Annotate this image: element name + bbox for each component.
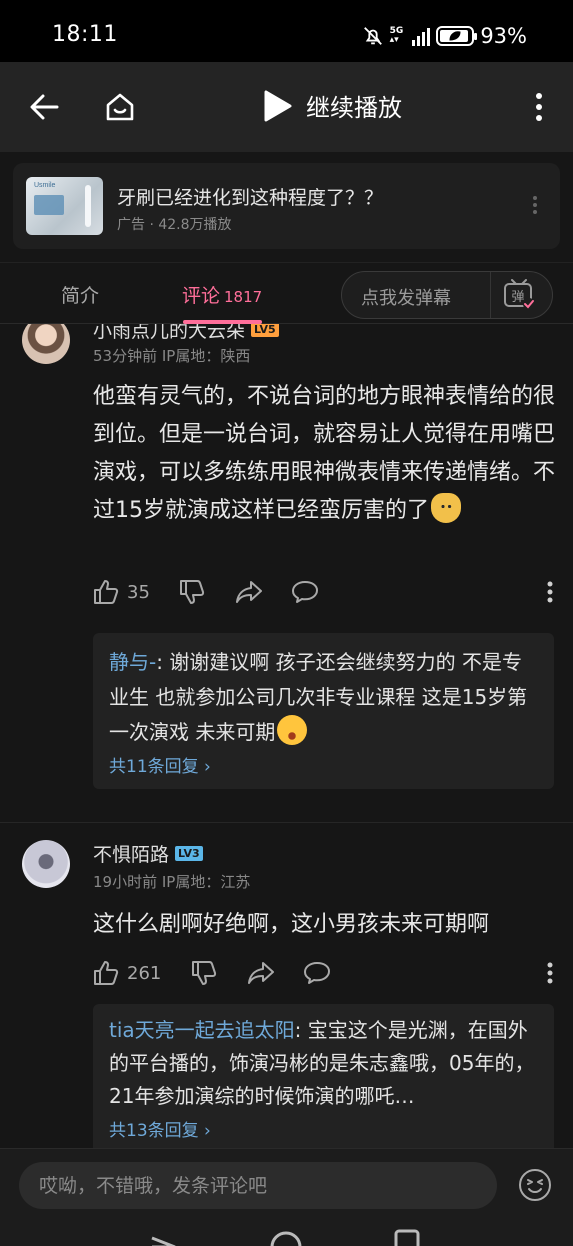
reply-button[interactable] [291, 579, 319, 605]
tab-bar: 简介 评论 1817 点我发弹幕 弹 [0, 262, 573, 324]
comment-input[interactable] [19, 1162, 497, 1209]
reply-text: tia天亮一起去追太阳: 宝宝这个是光渊，在国外的平台播的，饰演冯彬的是朱志鑫哦… [109, 1018, 535, 1108]
comment-username[interactable]: 不惧陌路 LV3 [93, 840, 203, 867]
signal-icon [412, 26, 431, 46]
reply-text: 静与-: 谢谢建议啊 孩子还会继续努力的 不是专业生 也就参加公司几次非专业课程… [109, 650, 528, 745]
avatar[interactable] [22, 324, 70, 364]
like-count: 261 [127, 962, 162, 984]
thumbs-down-icon [180, 580, 205, 604]
share-icon [236, 581, 262, 603]
ad-thumbnail: Usmile [26, 177, 103, 235]
comment-text: 这什么剧啊好绝啊，这小男孩未来可期啊 [93, 912, 490, 937]
thumbs-down-icon [192, 961, 217, 985]
like-button[interactable]: 35 [93, 579, 150, 605]
comment-text: 他蛮有灵气的，不说台词的地方眼神表情给的很到位。但是一说台词，就容易让人觉得在用… [93, 384, 556, 523]
home-button[interactable] [100, 87, 140, 127]
resume-play-button[interactable]: 继续播放 [262, 88, 402, 123]
nav-home-icon [270, 1231, 302, 1246]
comment-meta: 53分钟前 IP属地：陕西 [93, 347, 251, 365]
share-button[interactable] [235, 579, 263, 605]
like-count: 35 [127, 581, 150, 603]
view-replies-link[interactable]: 共13条回复 › [109, 1115, 538, 1148]
level-badge: LV3 [175, 846, 203, 861]
tab-comments[interactable]: 评论 1817 [182, 281, 262, 308]
system-nav-bar [151, 1229, 420, 1246]
share-button[interactable] [247, 960, 275, 986]
play-icon [264, 90, 292, 121]
comment-composer [0, 1148, 573, 1246]
resume-play-label: 继续播放 [306, 94, 402, 122]
emoji-picker-icon[interactable] [518, 1168, 552, 1202]
status-icons: 5G ▴▾ 93% [362, 22, 527, 50]
view-replies-link[interactable]: 共11条回复 › [109, 752, 538, 777]
level-badge: LV5 [251, 324, 279, 337]
divider [490, 272, 491, 318]
ad-more-button[interactable] [532, 195, 538, 219]
reply-username[interactable]: tia天亮一起去追太阳 [109, 1018, 295, 1042]
cat-emoji-icon [431, 493, 461, 523]
back-button[interactable] [24, 87, 64, 127]
more-vertical-icon [547, 962, 553, 984]
comment-bubble-icon [292, 581, 318, 603]
like-button[interactable]: 261 [93, 960, 161, 986]
mute-bell-icon [363, 27, 382, 45]
home-icon [106, 93, 134, 121]
more-vertical-icon [547, 581, 553, 603]
reply-preview[interactable]: 静与-: 谢谢建议啊 孩子还会继续努力的 不是专业生 也就参加公司几次非专业课程… [93, 633, 554, 789]
status-bar: 18:11 5G ▴▾ 93% [0, 0, 573, 62]
danmaku-toggle-icon[interactable]: 弹 [502, 279, 536, 311]
comment-more-button[interactable] [547, 962, 553, 988]
comments-count: 1817 [224, 288, 263, 306]
share-icon [248, 962, 274, 984]
more-vertical-icon [536, 93, 542, 121]
comment-meta: 19小时前 IP属地：江苏 [93, 873, 251, 891]
ad-title: 牙刷已经进化到这种程度了？？ [117, 187, 384, 209]
laughing-emoji-icon [277, 715, 308, 745]
comment-actions: 35 [93, 579, 553, 609]
comment-more-button[interactable] [547, 581, 553, 607]
comment-list[interactable]: 小雨点儿的大云朵 LV5 53分钟前 IP属地：陕西 他蛮有灵气的，不说台词的地… [0, 324, 573, 1148]
tab-comments-label: 评论 [182, 285, 221, 307]
comment-divider [0, 822, 573, 823]
reply-preview[interactable]: tia天亮一起去追太阳: 宝宝这个是光渊，在国外的平台播的，饰演冯彬的是朱志鑫哦… [93, 1004, 554, 1148]
arrow-left-icon [30, 94, 59, 120]
avatar[interactable] [22, 840, 70, 888]
comment-username[interactable]: 小雨点儿的大云朵 LV5 [93, 324, 279, 343]
battery-percent: 93% [480, 24, 527, 48]
network-type: 5G ▴▾ [389, 26, 404, 45]
dislike-button[interactable] [191, 960, 217, 986]
comment-actions: 261 [93, 960, 553, 990]
reply-username[interactable]: 静与- [109, 650, 156, 674]
status-time: 18:11 [52, 22, 118, 47]
video-header: 继续播放 [0, 62, 573, 152]
nav-back-icon [151, 1236, 176, 1246]
nav-recents-icon [394, 1229, 420, 1246]
thumbs-up-icon [94, 961, 119, 985]
ad-card[interactable]: Usmile 牙刷已经进化到这种程度了？？ 广告 · 42.8万播放 [13, 163, 560, 249]
battery-icon [436, 26, 478, 46]
send-danmaku-button[interactable]: 点我发弹幕 [361, 284, 451, 310]
danmaku-bar[interactable]: 点我发弹幕 弹 [341, 271, 553, 319]
more-vertical-icon [533, 196, 537, 214]
dislike-button[interactable] [179, 579, 205, 605]
thumbs-up-icon [94, 580, 119, 604]
more-options-button[interactable] [519, 87, 559, 127]
comment-bubble-icon [304, 962, 330, 984]
reply-button[interactable] [303, 960, 331, 986]
svg-text:弹: 弹 [511, 290, 524, 305]
ad-meta: 广告 · 42.8万播放 [117, 217, 232, 233]
tab-intro[interactable]: 简介 [61, 281, 99, 308]
